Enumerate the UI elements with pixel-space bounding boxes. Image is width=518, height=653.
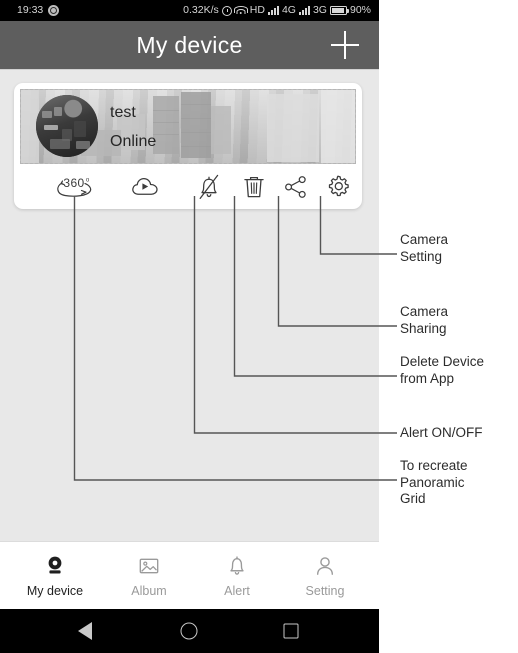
status-time: 19:33 [17, 4, 44, 16]
add-device-button[interactable] [331, 31, 359, 59]
annotation-line: To recreate [400, 458, 468, 473]
annotation-line: Panoramic [400, 474, 465, 490]
signal-bars-sim1-icon [267, 6, 279, 15]
network-speed: 0.32K/s [183, 4, 219, 16]
annotation-line: Delete Device [400, 354, 485, 369]
annotation-line: Grid [400, 491, 426, 506]
status-bar: 19:33 0.32K/s HD 4G 3G 90% [0, 0, 379, 21]
nav-home-button[interactable] [154, 609, 224, 653]
person-icon [278, 542, 372, 584]
signal-bars-sim2-icon [298, 6, 310, 15]
bell-icon [190, 542, 284, 584]
annotation-line: Camera [400, 232, 449, 247]
battery-icon [329, 6, 349, 15]
status-bar-left: 19:33 [17, 0, 60, 21]
page-title: My device [136, 32, 243, 58]
hd-label: HD [249, 4, 265, 16]
content-area: test Online 360 o [0, 69, 379, 541]
battery-percent: 90% [349, 4, 371, 16]
tab-label: My device [26, 584, 84, 598]
annotation-line: Alert ON/OFF [400, 425, 483, 440]
annotation-camera-sharing: Camera Sharing [400, 304, 448, 337]
cloud-playback-button[interactable] [122, 164, 168, 209]
cloud-playback-icon [132, 177, 158, 195]
recents-square-icon [283, 623, 299, 639]
share-button[interactable] [273, 164, 319, 209]
tab-my-device[interactable]: My device [8, 542, 102, 610]
avatar-snapshot [36, 95, 98, 157]
share-icon [285, 175, 306, 198]
photo-icon [102, 542, 196, 584]
panorama-360-button[interactable]: 360 o [51, 164, 97, 209]
annotation-panoramic-grid: To recreate Panoramic Grid [400, 458, 468, 508]
bell-off-icon [199, 174, 219, 199]
camera-settings-button[interactable] [315, 164, 361, 209]
tab-album[interactable]: Album [102, 542, 196, 610]
back-triangle-icon [78, 622, 92, 640]
annotation-alert-onoff: Alert ON/OFF [400, 425, 483, 442]
android-nav-bar [0, 609, 379, 653]
nav-back-button[interactable] [50, 609, 120, 653]
alarm-clock-icon [221, 5, 232, 16]
device-action-row: 360 o [14, 164, 362, 209]
device-card[interactable]: test Online 360 o [14, 83, 362, 209]
svg-text:360: 360 [63, 176, 84, 190]
app-header: My device [0, 21, 379, 69]
360-panorama-icon: 360 o [57, 176, 92, 197]
sim1-network-label: 4G [281, 4, 296, 16]
wifi-icon [233, 6, 248, 15]
phone-screen: 19:33 0.32K/s HD 4G 3G 90% My device tes… [0, 0, 379, 653]
nav-recents-button[interactable] [256, 609, 326, 653]
avatar[interactable] [36, 95, 98, 157]
home-circle-icon [180, 622, 198, 640]
delete-device-button[interactable] [231, 164, 277, 209]
bottom-tab-bar: My device Album Alert Setting [0, 541, 379, 610]
tab-label: Alert [224, 584, 250, 598]
tab-label: Album [131, 584, 167, 598]
tab-label: Setting [305, 584, 345, 598]
alert-toggle-button[interactable] [186, 164, 232, 209]
tab-alert[interactable]: Alert [190, 542, 284, 610]
annotation-camera-setting: Camera Setting [400, 232, 448, 265]
annotation-delete-device: Delete Device from App [400, 354, 484, 387]
annotation-line: from App [400, 370, 455, 386]
status-bar-right: 0.32K/s HD 4G 3G 90% [183, 0, 371, 21]
annotation-line: Sharing [400, 320, 447, 336]
gear-icon [328, 175, 349, 196]
annotation-line: Setting [400, 248, 443, 264]
whatsapp-icon [48, 5, 60, 16]
tab-setting[interactable]: Setting [278, 542, 372, 610]
camera-icon [8, 542, 102, 584]
annotation-line: Camera [400, 304, 449, 319]
device-name: test [110, 104, 136, 121]
sim2-network-label: 3G [312, 4, 327, 16]
svg-text:o: o [86, 177, 90, 183]
trash-icon [244, 176, 264, 197]
device-status: Online [110, 133, 157, 150]
